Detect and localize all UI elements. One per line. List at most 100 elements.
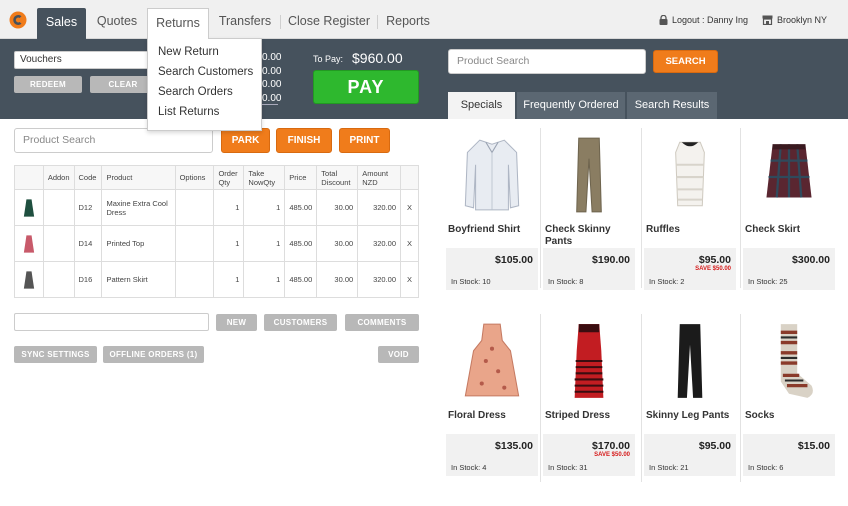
tab-reports[interactable]: Reports xyxy=(380,0,436,39)
cart-product-search-input[interactable]: Product Search xyxy=(14,128,213,153)
menu-item-search-orders[interactable]: Search Orders xyxy=(148,82,261,102)
cart-item-thumbnail xyxy=(14,225,44,262)
col-total-discount: Total Discount xyxy=(316,165,359,190)
print-button[interactable]: PRINT xyxy=(339,128,390,153)
cart-item-discount[interactable]: 30.00 xyxy=(316,189,359,226)
lock-icon xyxy=(659,15,668,25)
customers-button[interactable]: CUSTOMERS xyxy=(264,314,337,331)
customer-input[interactable] xyxy=(14,313,209,331)
cart-item-options[interactable] xyxy=(174,189,215,226)
cart-item-order-qty[interactable]: 1 xyxy=(213,189,245,226)
ruffle-top-icon xyxy=(644,132,736,218)
tab-returns[interactable]: Returns xyxy=(147,8,209,39)
voucher-select[interactable]: Vouchers xyxy=(14,51,157,69)
finish-button[interactable]: FINISH xyxy=(276,128,332,153)
tab-specials[interactable]: Specials xyxy=(448,92,515,119)
product-price: $190.00 xyxy=(592,254,630,266)
product-card[interactable]: Boyfriend Shirt $105.00 In Stock: 10 xyxy=(446,132,538,292)
cart-item-options[interactable] xyxy=(174,225,215,262)
column-divider xyxy=(641,314,642,482)
col-image xyxy=(14,165,44,190)
floral-dress-icon xyxy=(446,318,538,404)
totals-value: 0.00 xyxy=(262,52,282,63)
cart-item-thumbnail xyxy=(14,261,44,298)
product-card[interactable]: Striped Dress $170.00 SAVE $50.00 In Sto… xyxy=(543,318,635,478)
table-row[interactable]: D12 Maxine Extra Cool Dress 1 1 485.00 3… xyxy=(14,189,419,226)
col-options: Options xyxy=(174,165,215,190)
totals-value: 0.00 xyxy=(262,79,282,90)
product-info: $190.00 In Stock: 8 xyxy=(543,248,635,290)
totals-column: 0.00 0.00 0.00 0.00 xyxy=(262,51,281,105)
product-card[interactable]: Socks $15.00 In Stock: 6 xyxy=(743,318,835,478)
store-label: Brooklyn NY xyxy=(777,15,828,25)
void-button[interactable]: VOID xyxy=(378,346,419,363)
product-card[interactable]: Check Skirt $300.00 In Stock: 25 xyxy=(743,132,835,292)
cart-item-code: D16 xyxy=(73,261,103,298)
pay-button[interactable]: PAY xyxy=(313,70,419,104)
product-info: $95.00 SAVE $50.00 In Stock: 2 xyxy=(644,248,736,290)
col-order-qty: Order Qty xyxy=(213,165,245,190)
remove-item-button[interactable]: X xyxy=(400,225,419,262)
product-name: Boyfriend Shirt xyxy=(448,224,521,235)
product-card[interactable]: Floral Dress $135.00 In Stock: 4 xyxy=(446,318,538,478)
product-name: Ruffles xyxy=(646,224,680,235)
column-divider xyxy=(740,128,741,288)
tab-close-register[interactable]: Close Register xyxy=(283,0,375,39)
socks-icon xyxy=(743,318,835,404)
product-price: $135.00 xyxy=(495,440,533,452)
product-price: $170.00 xyxy=(592,440,630,452)
top-navigation: Sales Quotes Returns Transfers Close Reg… xyxy=(0,0,848,39)
product-card[interactable]: Check Skinny Pants $190.00 In Stock: 8 xyxy=(543,132,635,292)
menu-item-new-return[interactable]: New Return xyxy=(148,42,261,62)
cart-item-discount[interactable]: 30.00 xyxy=(316,225,359,262)
tab-quotes[interactable]: Quotes xyxy=(90,0,144,39)
remove-item-button[interactable]: X xyxy=(400,189,419,226)
dress-thumbnail-icon xyxy=(23,270,35,289)
new-button[interactable]: NEW xyxy=(216,314,257,331)
cart-item-order-qty[interactable]: 1 xyxy=(213,261,245,298)
product-price: $95.00 xyxy=(698,254,731,266)
product-search-input[interactable]: Product Search xyxy=(448,49,646,74)
tab-frequently-ordered[interactable]: Frequently Ordered xyxy=(517,92,625,119)
table-row[interactable]: D16 Pattern Skirt 1 1 485.00 30.00 320.0… xyxy=(14,261,419,298)
col-amount: Amount NZD xyxy=(357,165,402,190)
logout-link[interactable]: Logout : Danny Ing xyxy=(659,15,748,25)
cart-item-code: D12 xyxy=(73,189,103,226)
product-card[interactable]: Ruffles $95.00 SAVE $50.00 In Stock: 2 xyxy=(644,132,736,292)
redeem-button[interactable]: REDEEM xyxy=(14,76,82,93)
product-info: $170.00 SAVE $50.00 In Stock: 31 xyxy=(543,434,635,476)
product-price: $105.00 xyxy=(495,254,533,266)
product-stock: In Stock: 21 xyxy=(649,463,689,472)
tab-search-results[interactable]: Search Results xyxy=(627,92,717,119)
product-save-badge: SAVE $50.00 xyxy=(594,452,630,458)
product-stock: In Stock: 8 xyxy=(548,277,584,286)
product-stock: In Stock: 6 xyxy=(748,463,784,472)
cart-item-take-now-qty[interactable]: 1 xyxy=(243,189,286,226)
cart-item-order-qty[interactable]: 1 xyxy=(213,225,245,262)
product-stock: In Stock: 31 xyxy=(548,463,588,472)
cart-item-take-now-qty[interactable]: 1 xyxy=(243,225,286,262)
offline-orders-button[interactable]: OFFLINE ORDERS (1) xyxy=(103,346,204,363)
totals-value: 0.00 xyxy=(262,65,282,77)
park-button[interactable]: PARK xyxy=(221,128,270,153)
cart-header-row: Addon Code Product Options Order Qty Tak… xyxy=(14,165,419,190)
product-card[interactable]: Skinny Leg Pants $95.00 In Stock: 21 xyxy=(644,318,736,478)
sync-settings-button[interactable]: SYNC SETTINGS xyxy=(14,346,97,363)
cart-item-discount[interactable]: 30.00 xyxy=(316,261,359,298)
menu-item-search-customers[interactable]: Search Customers xyxy=(148,62,261,82)
product-price: $95.00 xyxy=(698,440,731,452)
column-divider xyxy=(540,314,541,482)
returns-menu: New Return Search Customers Search Order… xyxy=(147,38,262,131)
cart-item-options[interactable] xyxy=(174,261,215,298)
comments-button[interactable]: COMMENTS xyxy=(345,314,419,331)
product-name: Skinny Leg Pants xyxy=(646,410,730,421)
store-selector[interactable]: Brooklyn NY xyxy=(762,15,827,25)
tab-transfers[interactable]: Transfers xyxy=(212,0,278,39)
table-row[interactable]: D14 Printed Top 1 1 485.00 30.00 320.00 … xyxy=(14,225,419,262)
cart-item-amount: 320.00 xyxy=(357,189,402,226)
menu-item-list-returns[interactable]: List Returns xyxy=(148,102,261,122)
remove-item-button[interactable]: X xyxy=(400,261,419,298)
search-button[interactable]: SEARCH xyxy=(653,50,718,73)
tab-sales[interactable]: Sales xyxy=(37,8,86,39)
cart-item-take-now-qty[interactable]: 1 xyxy=(243,261,286,298)
